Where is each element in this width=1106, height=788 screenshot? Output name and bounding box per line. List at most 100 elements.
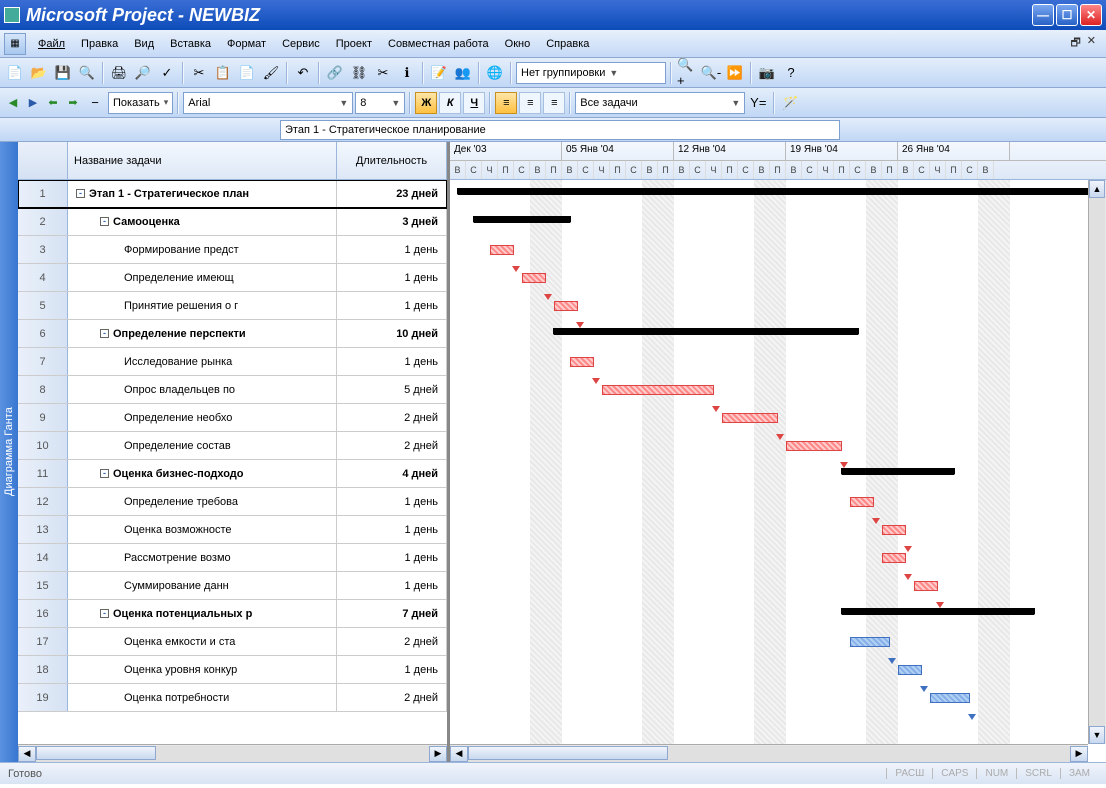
task-info-button[interactable]: ℹ bbox=[396, 62, 418, 84]
task-name-cell[interactable]: Определение необхо bbox=[68, 404, 337, 431]
task-name-cell[interactable]: Оценка уровня конкур bbox=[68, 656, 337, 683]
task-row[interactable]: 18Оценка уровня конкур1 день bbox=[18, 656, 447, 684]
row-number[interactable]: 1 bbox=[18, 180, 68, 207]
copy-button[interactable]: 📋 bbox=[212, 62, 234, 84]
task-name-cell[interactable]: -Самооценка bbox=[68, 208, 337, 235]
task-row[interactable]: 13Оценка возможносте1 день bbox=[18, 516, 447, 544]
filter-select[interactable]: Все задачи▼ bbox=[575, 92, 745, 114]
gantt-summary-bar[interactable] bbox=[842, 608, 1034, 615]
row-number[interactable]: 15 bbox=[18, 572, 68, 599]
row-number[interactable]: 3 bbox=[18, 236, 68, 263]
print-button[interactable]: 🖨 bbox=[108, 62, 130, 84]
paste-button[interactable]: 📄 bbox=[236, 62, 258, 84]
duration-cell[interactable]: 4 дней bbox=[337, 460, 447, 487]
column-header-duration[interactable]: Длительность bbox=[337, 142, 447, 179]
gantt-task-bar[interactable] bbox=[554, 301, 578, 311]
menu-collab[interactable]: Совместная работа bbox=[380, 34, 497, 54]
gantt-task-bar[interactable] bbox=[570, 357, 594, 367]
duration-cell[interactable]: 2 дней bbox=[337, 404, 447, 431]
duration-cell[interactable]: 10 дней bbox=[337, 320, 447, 347]
task-name-cell[interactable]: Принятие решения о г bbox=[68, 292, 337, 319]
duration-cell[interactable]: 1 день bbox=[337, 236, 447, 263]
zoom-out-button[interactable]: 🔍- bbox=[700, 62, 722, 84]
row-number[interactable]: 16 bbox=[18, 600, 68, 627]
duration-cell[interactable]: 1 день bbox=[337, 488, 447, 515]
scroll-down-button[interactable]: ▼ bbox=[1089, 726, 1105, 744]
font-select[interactable]: Arial▼ bbox=[183, 92, 353, 114]
menu-file[interactable]: Файл bbox=[30, 34, 73, 54]
menu-help[interactable]: Справка bbox=[538, 34, 597, 54]
task-row[interactable]: 5Принятие решения о г1 день bbox=[18, 292, 447, 320]
italic-button[interactable]: К bbox=[439, 92, 461, 114]
indent-button[interactable]: ➡ bbox=[64, 94, 82, 112]
open-button[interactable]: 📂 bbox=[28, 62, 50, 84]
row-number[interactable]: 9 bbox=[18, 404, 68, 431]
task-name-cell[interactable]: Оценка емкости и ста bbox=[68, 628, 337, 655]
duration-cell[interactable]: 2 дней bbox=[337, 684, 447, 711]
gantt-summary-bar[interactable] bbox=[474, 216, 570, 223]
task-name-cell[interactable]: -Оценка бизнес-подходо bbox=[68, 460, 337, 487]
row-number[interactable]: 10 bbox=[18, 432, 68, 459]
gantt-chart[interactable] bbox=[450, 180, 1106, 762]
row-number[interactable]: 14 bbox=[18, 544, 68, 571]
task-row[interactable]: 7Исследование рынка1 день bbox=[18, 348, 447, 376]
v-scrollbar[interactable]: ▲ ▼ bbox=[1088, 180, 1106, 744]
column-header-name[interactable]: Название задачи bbox=[68, 142, 337, 179]
scroll-left-button[interactable]: ◀ bbox=[18, 746, 36, 762]
row-number[interactable]: 7 bbox=[18, 348, 68, 375]
bold-button[interactable]: Ж bbox=[415, 92, 437, 114]
gantt-scroll-right-button[interactable]: ▶ bbox=[1070, 746, 1088, 762]
outline-toggle-icon[interactable]: - bbox=[100, 217, 109, 226]
task-name-cell[interactable]: Опрос владельцев по bbox=[68, 376, 337, 403]
goto-task-button[interactable]: ⏩ bbox=[724, 62, 746, 84]
task-name-cell[interactable]: Оценка возможносте bbox=[68, 516, 337, 543]
menu-project[interactable]: Проект bbox=[328, 34, 380, 54]
system-menu-icon[interactable]: ▦ bbox=[4, 33, 26, 55]
outdent-button[interactable]: ⬅ bbox=[44, 94, 62, 112]
task-row[interactable]: 6-Определение перспекти10 дней bbox=[18, 320, 447, 348]
mdi-restore-icon[interactable]: 🗗 bbox=[1070, 34, 1080, 53]
link-task-button[interactable]: 🔗 bbox=[324, 62, 346, 84]
task-name-cell[interactable]: Оценка потребности bbox=[68, 684, 337, 711]
print-preview-button[interactable]: 🔎 bbox=[132, 62, 154, 84]
gantt-scroll-left-button[interactable]: ◀ bbox=[450, 746, 468, 762]
task-row[interactable]: 1-Этап 1 - Стратегическое план23 дней bbox=[18, 180, 447, 208]
align-right-button[interactable]: ≡ bbox=[543, 92, 565, 114]
publish-button[interactable]: 🌐 bbox=[484, 62, 506, 84]
task-name-cell[interactable]: Рассмотрение возмо bbox=[68, 544, 337, 571]
task-name-cell[interactable]: -Оценка потенциальных р bbox=[68, 600, 337, 627]
help-button[interactable]: ? bbox=[780, 62, 802, 84]
gantt-task-bar[interactable] bbox=[882, 553, 906, 563]
task-row[interactable]: 15Суммирование данн1 день bbox=[18, 572, 447, 600]
scroll-thumb[interactable] bbox=[36, 746, 156, 760]
row-number[interactable]: 11 bbox=[18, 460, 68, 487]
menu-view[interactable]: Вид bbox=[126, 34, 162, 54]
outline-toggle-icon[interactable]: - bbox=[100, 609, 109, 618]
assign-resources-button[interactable]: 👥 bbox=[452, 62, 474, 84]
menu-edit[interactable]: Правка bbox=[73, 34, 126, 54]
task-row[interactable]: 14Рассмотрение возмо1 день bbox=[18, 544, 447, 572]
duration-cell[interactable]: 1 день bbox=[337, 292, 447, 319]
save-button[interactable]: 💾 bbox=[52, 62, 74, 84]
timeline-header[interactable]: Дек '0305 Янв '0412 Янв '0419 Янв '0426 … bbox=[450, 142, 1106, 180]
unlink-task-button[interactable]: ⛓ bbox=[348, 62, 370, 84]
task-row[interactable]: 19Оценка потребности2 дней bbox=[18, 684, 447, 712]
gantt-task-bar[interactable] bbox=[882, 525, 906, 535]
row-number[interactable]: 6 bbox=[18, 320, 68, 347]
zoom-in-button[interactable]: 🔍+ bbox=[676, 62, 698, 84]
duration-cell[interactable]: 2 дней bbox=[337, 432, 447, 459]
underline-button[interactable]: Ч bbox=[463, 92, 485, 114]
task-name-cell[interactable]: Формирование предст bbox=[68, 236, 337, 263]
nav-back-button[interactable]: ◀ bbox=[4, 94, 22, 112]
duration-cell[interactable]: 5 дней bbox=[337, 376, 447, 403]
duration-cell[interactable]: 1 день bbox=[337, 348, 447, 375]
task-row[interactable]: 4Определение имеющ1 день bbox=[18, 264, 447, 292]
task-row[interactable]: 9Определение необхо2 дней bbox=[18, 404, 447, 432]
align-center-button[interactable]: ≡ bbox=[519, 92, 541, 114]
gantt-task-bar[interactable] bbox=[850, 497, 874, 507]
view-bar[interactable]: Диаграмма Ганта bbox=[0, 142, 18, 762]
task-name-cell[interactable]: Исследование рынка bbox=[68, 348, 337, 375]
row-number[interactable]: 4 bbox=[18, 264, 68, 291]
task-name-cell[interactable]: Определение имеющ bbox=[68, 264, 337, 291]
duration-cell[interactable]: 1 день bbox=[337, 544, 447, 571]
